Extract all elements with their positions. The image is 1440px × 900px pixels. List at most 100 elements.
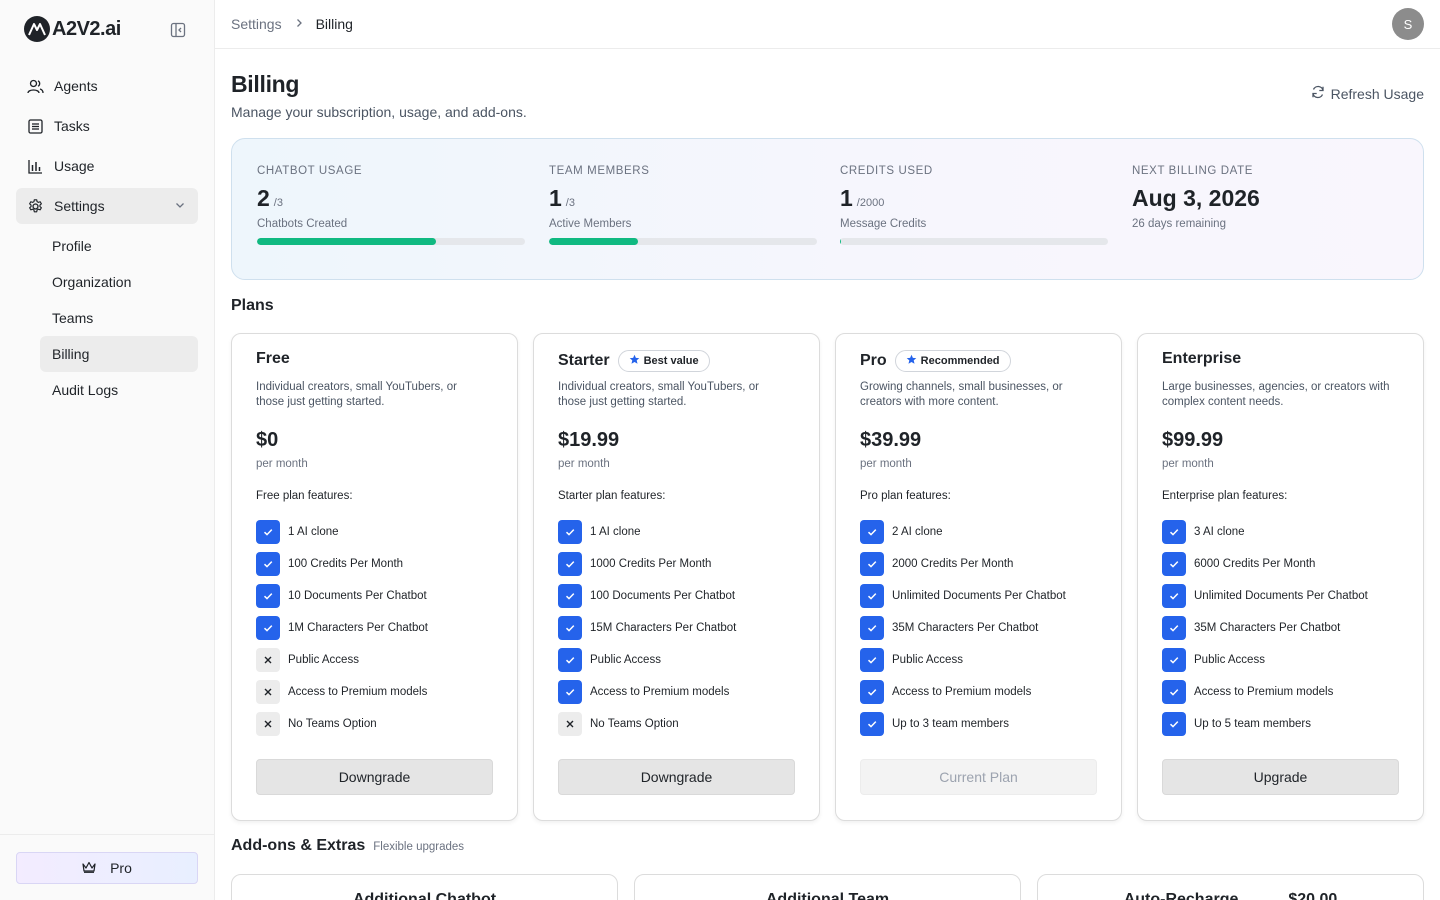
breadcrumb-settings[interactable]: Settings: [231, 16, 282, 32]
addons-subtitle: Flexible upgrades: [373, 841, 465, 853]
x-icon: [256, 680, 280, 704]
plan-header: Pro Recommended: [860, 350, 1011, 372]
plan-feature: 1 AI clone: [558, 520, 798, 544]
plan-price: $0: [256, 429, 279, 451]
subnav-item-audit-logs[interactable]: Audit Logs: [40, 372, 198, 408]
plan-description: Individual creators, small YouTubers, or…: [558, 381, 759, 408]
plan-badge-label: Recommended: [920, 355, 1000, 367]
plan-description: Large businesses, agencies, or creators …: [1162, 381, 1390, 408]
sidebar-item-tasks[interactable]: Tasks: [16, 108, 198, 144]
plan-name: Free: [256, 350, 290, 367]
plan-feature-text: Access to Premium models: [590, 686, 730, 698]
sidebar-item-label: Usage: [54, 158, 95, 174]
subnav-item-profile[interactable]: Profile: [40, 228, 198, 264]
plan-action-button[interactable]: Current Plan: [860, 759, 1097, 795]
sidebar-collapse-icon[interactable]: [170, 22, 186, 38]
plan-price: $19.99: [558, 429, 620, 451]
stat-label: Credits Used: [840, 165, 933, 177]
plans-title: Plans: [231, 297, 274, 314]
check-icon: [558, 552, 582, 576]
addon-card[interactable]: Additional Team: [634, 874, 1021, 900]
plan-feature: No Teams Option: [256, 712, 496, 736]
plan-feature-text: 6000 Credits Per Month: [1194, 558, 1316, 570]
addons-title: Add-ons & Extras: [231, 837, 366, 854]
check-icon: [558, 584, 582, 608]
plan-feature: Public Access: [1162, 648, 1402, 672]
plan-feature: No Teams Option: [558, 712, 798, 736]
plan-features-list: 1 AI clone 100 Credits Per Month 10 Docu…: [256, 520, 496, 744]
plan-feature: Access to Premium models: [558, 680, 798, 704]
plan-feature-text: No Teams Option: [288, 718, 377, 730]
plan-header: Enterprise: [1162, 350, 1241, 368]
plan-feature: Up to 3 team members: [860, 712, 1100, 736]
check-icon: [256, 552, 280, 576]
stat-max: /2000: [856, 197, 885, 209]
plan-action-button[interactable]: Upgrade: [1162, 759, 1399, 795]
addon-card[interactable]: Auto-Recharge $20.00: [1037, 874, 1424, 900]
plan-feature: 100 Documents Per Chatbot: [558, 584, 798, 608]
subnav-item-teams[interactable]: Teams: [40, 300, 198, 336]
check-icon: [1162, 584, 1186, 608]
plan-feature-text: Public Access: [590, 654, 661, 666]
subnav-item-organization[interactable]: Organization: [40, 264, 198, 300]
plan-features-list: 2 AI clone 2000 Credits Per Month Unlimi…: [860, 520, 1100, 744]
plan-description: Individual creators, small YouTubers, or…: [256, 381, 457, 408]
plan-action-button[interactable]: Downgrade: [558, 759, 795, 795]
plan-feature: Access to Premium models: [860, 680, 1100, 704]
plan-feature-text: 15M Characters Per Chatbot: [590, 622, 737, 634]
plan-name: Pro: [860, 352, 887, 369]
plan-feature-text: 1 AI clone: [288, 526, 339, 538]
sidebar-item-agents[interactable]: Agents: [16, 68, 198, 104]
check-icon: [860, 648, 884, 672]
stat-chatbot-usage: Chatbot Usage 2/3 Chatbots Created: [257, 165, 525, 245]
plan-feature-text: Public Access: [1194, 654, 1265, 666]
x-icon: [558, 712, 582, 736]
plan-feature: 35M Characters Per Chatbot: [860, 616, 1100, 640]
pro-plan-label: Pro: [110, 860, 132, 876]
plan-feature: Public Access: [558, 648, 798, 672]
plan-period: per month: [558, 458, 610, 470]
plan-header: Starter Best value: [558, 350, 710, 372]
sidebar: A2V2.ai Agents Tasks Usage Settings Prof…: [0, 0, 215, 900]
check-icon: [860, 584, 884, 608]
x-icon: [256, 648, 280, 672]
logo-mark-icon: [24, 16, 50, 42]
plan-feature: 15M Characters Per Chatbot: [558, 616, 798, 640]
check-icon: [1162, 520, 1186, 544]
plan-feature-text: Up to 5 team members: [1194, 718, 1311, 730]
refresh-usage-button[interactable]: Refresh Usage: [1311, 85, 1424, 102]
progress-fill: [549, 238, 639, 245]
sidebar-item-settings[interactable]: Settings: [16, 188, 198, 224]
check-icon: [256, 616, 280, 640]
plan-feature: Unlimited Documents Per Chatbot: [860, 584, 1100, 608]
pro-plan-button[interactable]: Pro: [16, 852, 198, 884]
plan-badge: Best value: [617, 350, 710, 372]
sidebar-nav: Agents Tasks Usage Settings Profile Orga…: [16, 68, 198, 408]
check-icon: [1162, 648, 1186, 672]
plan-feature-text: 3 AI clone: [1194, 526, 1245, 538]
star-icon: [906, 354, 917, 368]
logo-text: A2V2.ai: [52, 17, 121, 40]
plan-features-list: 3 AI clone 6000 Credits Per Month Unlimi…: [1162, 520, 1402, 744]
plan-feature: 100 Credits Per Month: [256, 552, 496, 576]
breadcrumb: Settings Billing: [231, 16, 353, 32]
plan-feature-text: 100 Documents Per Chatbot: [590, 590, 736, 602]
plan-feature-text: Up to 3 team members: [892, 718, 1009, 730]
sidebar-item-usage[interactable]: Usage: [16, 148, 198, 184]
plan-action-button[interactable]: Downgrade: [256, 759, 493, 795]
stat-team-members: Team Members 1/3 Active Members: [549, 165, 817, 245]
addon-title: Additional Chatbot: [352, 891, 497, 900]
topbar: Settings Billing S: [215, 0, 1440, 49]
plan-feature-text: 35M Characters Per Chatbot: [892, 622, 1039, 634]
stat-value: 1: [840, 185, 853, 211]
plan-feature-text: Unlimited Documents Per Chatbot: [1194, 590, 1368, 602]
stat-value: Aug 3, 2026: [1132, 185, 1260, 211]
addon-price: $20.00: [1288, 891, 1338, 900]
chevron-down-icon: [174, 198, 186, 214]
subnav-item-billing[interactable]: Billing: [40, 336, 198, 372]
plan-feature: 10 Documents Per Chatbot: [256, 584, 496, 608]
addon-card[interactable]: Additional Chatbot: [231, 874, 618, 900]
avatar[interactable]: S: [1392, 8, 1424, 40]
stat-caption: 26 days remaining: [1132, 218, 1226, 230]
app-logo[interactable]: A2V2.ai: [24, 16, 121, 42]
